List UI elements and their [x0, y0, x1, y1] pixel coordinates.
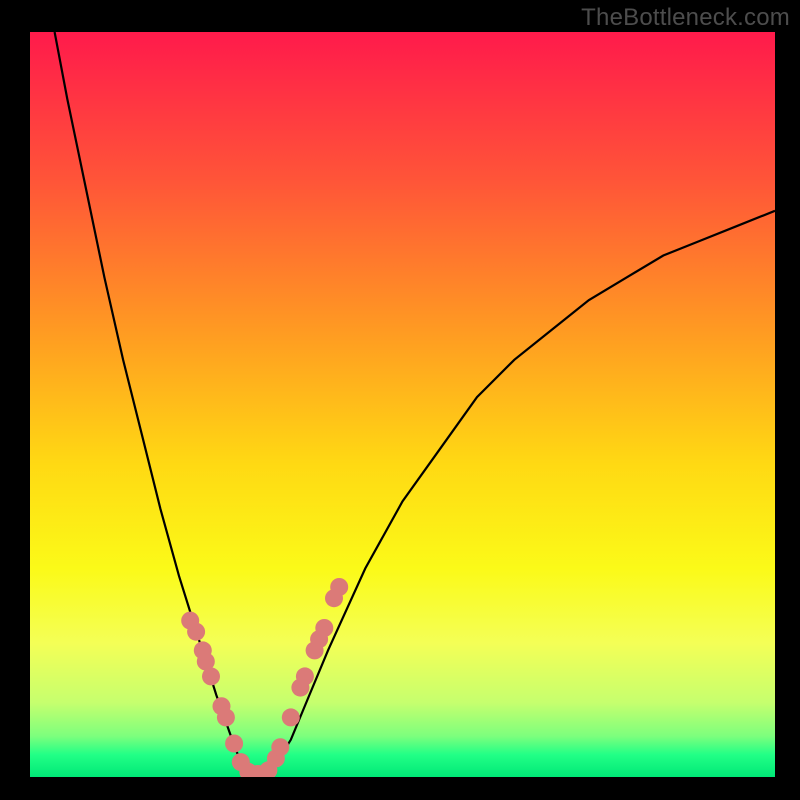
highlight-dot — [315, 619, 333, 637]
highlight-dot — [330, 578, 348, 596]
highlight-dot — [282, 708, 300, 726]
chart-stage: TheBottleneck.com — [0, 0, 800, 800]
highlight-dot — [217, 708, 235, 726]
highlight-dot — [225, 735, 243, 753]
gradient-background — [30, 32, 775, 777]
highlight-dot — [271, 738, 289, 756]
highlight-dot — [296, 667, 314, 685]
highlight-dot — [202, 667, 220, 685]
bottleneck-chart — [0, 0, 800, 800]
highlight-dot — [187, 623, 205, 641]
watermark-label: TheBottleneck.com — [581, 4, 790, 32]
